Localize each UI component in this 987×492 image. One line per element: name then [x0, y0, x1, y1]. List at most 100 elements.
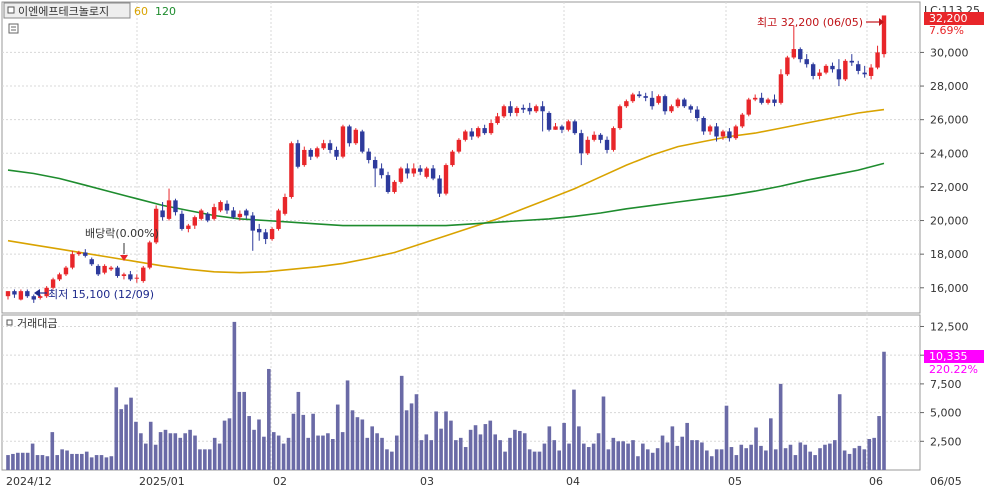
volume-bar — [867, 439, 872, 470]
volume-bar — [429, 440, 434, 470]
candle-body — [701, 117, 706, 132]
candle-body — [237, 213, 243, 218]
volume-tick-label: 12,500 — [930, 320, 969, 333]
last-volume: 10,335 — [929, 350, 968, 363]
legend-ma-120: 120 — [155, 5, 176, 18]
candle-body — [804, 59, 809, 65]
volume-bar — [434, 411, 438, 470]
candle-body — [637, 94, 642, 97]
candle-body — [108, 267, 114, 270]
volume-bar — [178, 437, 183, 470]
candle-body — [76, 252, 82, 255]
candle-body — [798, 49, 803, 60]
volume-bar — [252, 429, 256, 470]
volume-bar — [394, 435, 399, 470]
candle-body — [424, 168, 429, 177]
candle-body — [521, 107, 526, 110]
volume-bar — [522, 433, 527, 470]
volume-bar — [709, 456, 714, 470]
candle-body — [173, 200, 178, 213]
volume-bar — [267, 368, 271, 470]
candle-body — [57, 274, 62, 280]
candle-body — [856, 64, 861, 71]
candle-body — [102, 265, 107, 273]
candle-body — [868, 67, 874, 76]
volume-bar — [114, 387, 119, 470]
volume-bar — [311, 413, 315, 470]
volume-bar — [572, 389, 576, 470]
candle-body — [862, 72, 867, 75]
volume-bar — [680, 436, 685, 470]
volume-bar — [611, 437, 616, 470]
volume-bar — [134, 421, 138, 470]
volume-bar — [808, 451, 812, 470]
volume-bar — [508, 437, 512, 470]
volume-bar — [414, 394, 419, 470]
volume-bar — [385, 449, 389, 470]
price-tick-label: 30,000 — [930, 46, 969, 59]
candle-body — [688, 106, 693, 110]
candle-body — [83, 252, 88, 256]
candle-body — [269, 228, 275, 240]
volume-bar — [818, 448, 822, 470]
volume-bar — [695, 440, 699, 470]
volume-bar — [335, 404, 340, 470]
candle-body — [707, 126, 713, 132]
volume-bar — [862, 449, 867, 470]
volume-bar — [119, 409, 123, 470]
date-axis: 2024/12 2025/01 02 03 04 05 06 06/05 — [6, 475, 962, 488]
candle-body — [334, 149, 339, 157]
candle-body — [372, 160, 378, 169]
candle-body — [418, 168, 423, 172]
volume-bar — [55, 455, 60, 470]
volume-panel-marker — [6, 319, 13, 326]
volume-bar — [670, 426, 675, 470]
candle-body — [617, 106, 623, 129]
volume-bar — [759, 445, 763, 470]
panel-settings-icon[interactable] — [8, 23, 19, 34]
candle-body — [514, 107, 520, 113]
volume-bar — [586, 447, 591, 470]
volume-bar — [606, 449, 611, 470]
legend-marker — [7, 6, 15, 14]
candle-body — [211, 207, 217, 219]
candle-body — [115, 267, 120, 277]
candle-body — [18, 291, 24, 300]
volume-bar — [857, 445, 862, 470]
volume-bar — [89, 457, 94, 470]
candle-body — [714, 126, 719, 137]
volume-bar — [478, 434, 483, 470]
date-label: 03 — [420, 475, 434, 488]
candle-body — [340, 126, 346, 157]
volume-bar — [75, 453, 79, 470]
volume-bar — [527, 449, 532, 470]
candle-body — [546, 112, 552, 130]
volume-bar — [483, 424, 488, 470]
volume-bar — [370, 426, 374, 470]
candle-body — [720, 131, 726, 137]
volume-bar — [232, 321, 237, 470]
candle-body — [669, 106, 674, 112]
candle-body — [166, 200, 172, 219]
candle-body — [501, 106, 507, 117]
volume-bar — [798, 442, 803, 470]
volume-bar — [365, 437, 370, 470]
volume-bar — [837, 394, 842, 470]
volume-bar — [25, 452, 30, 470]
volume-bar — [562, 422, 566, 470]
volume-bar — [557, 450, 561, 470]
volume-bar — [340, 432, 345, 470]
volume-bar — [247, 416, 251, 470]
volume-bar — [591, 443, 596, 470]
volume-bar — [109, 456, 114, 470]
candle-body — [875, 52, 880, 68]
volume-bar — [16, 452, 20, 470]
candle-body — [791, 49, 797, 58]
candle-body — [495, 116, 500, 124]
candle-body — [70, 254, 75, 268]
candle-body — [591, 134, 597, 140]
candle-body — [276, 210, 281, 229]
volume-bar — [276, 435, 281, 470]
volume-bar — [503, 451, 507, 470]
candle-body — [772, 99, 777, 103]
